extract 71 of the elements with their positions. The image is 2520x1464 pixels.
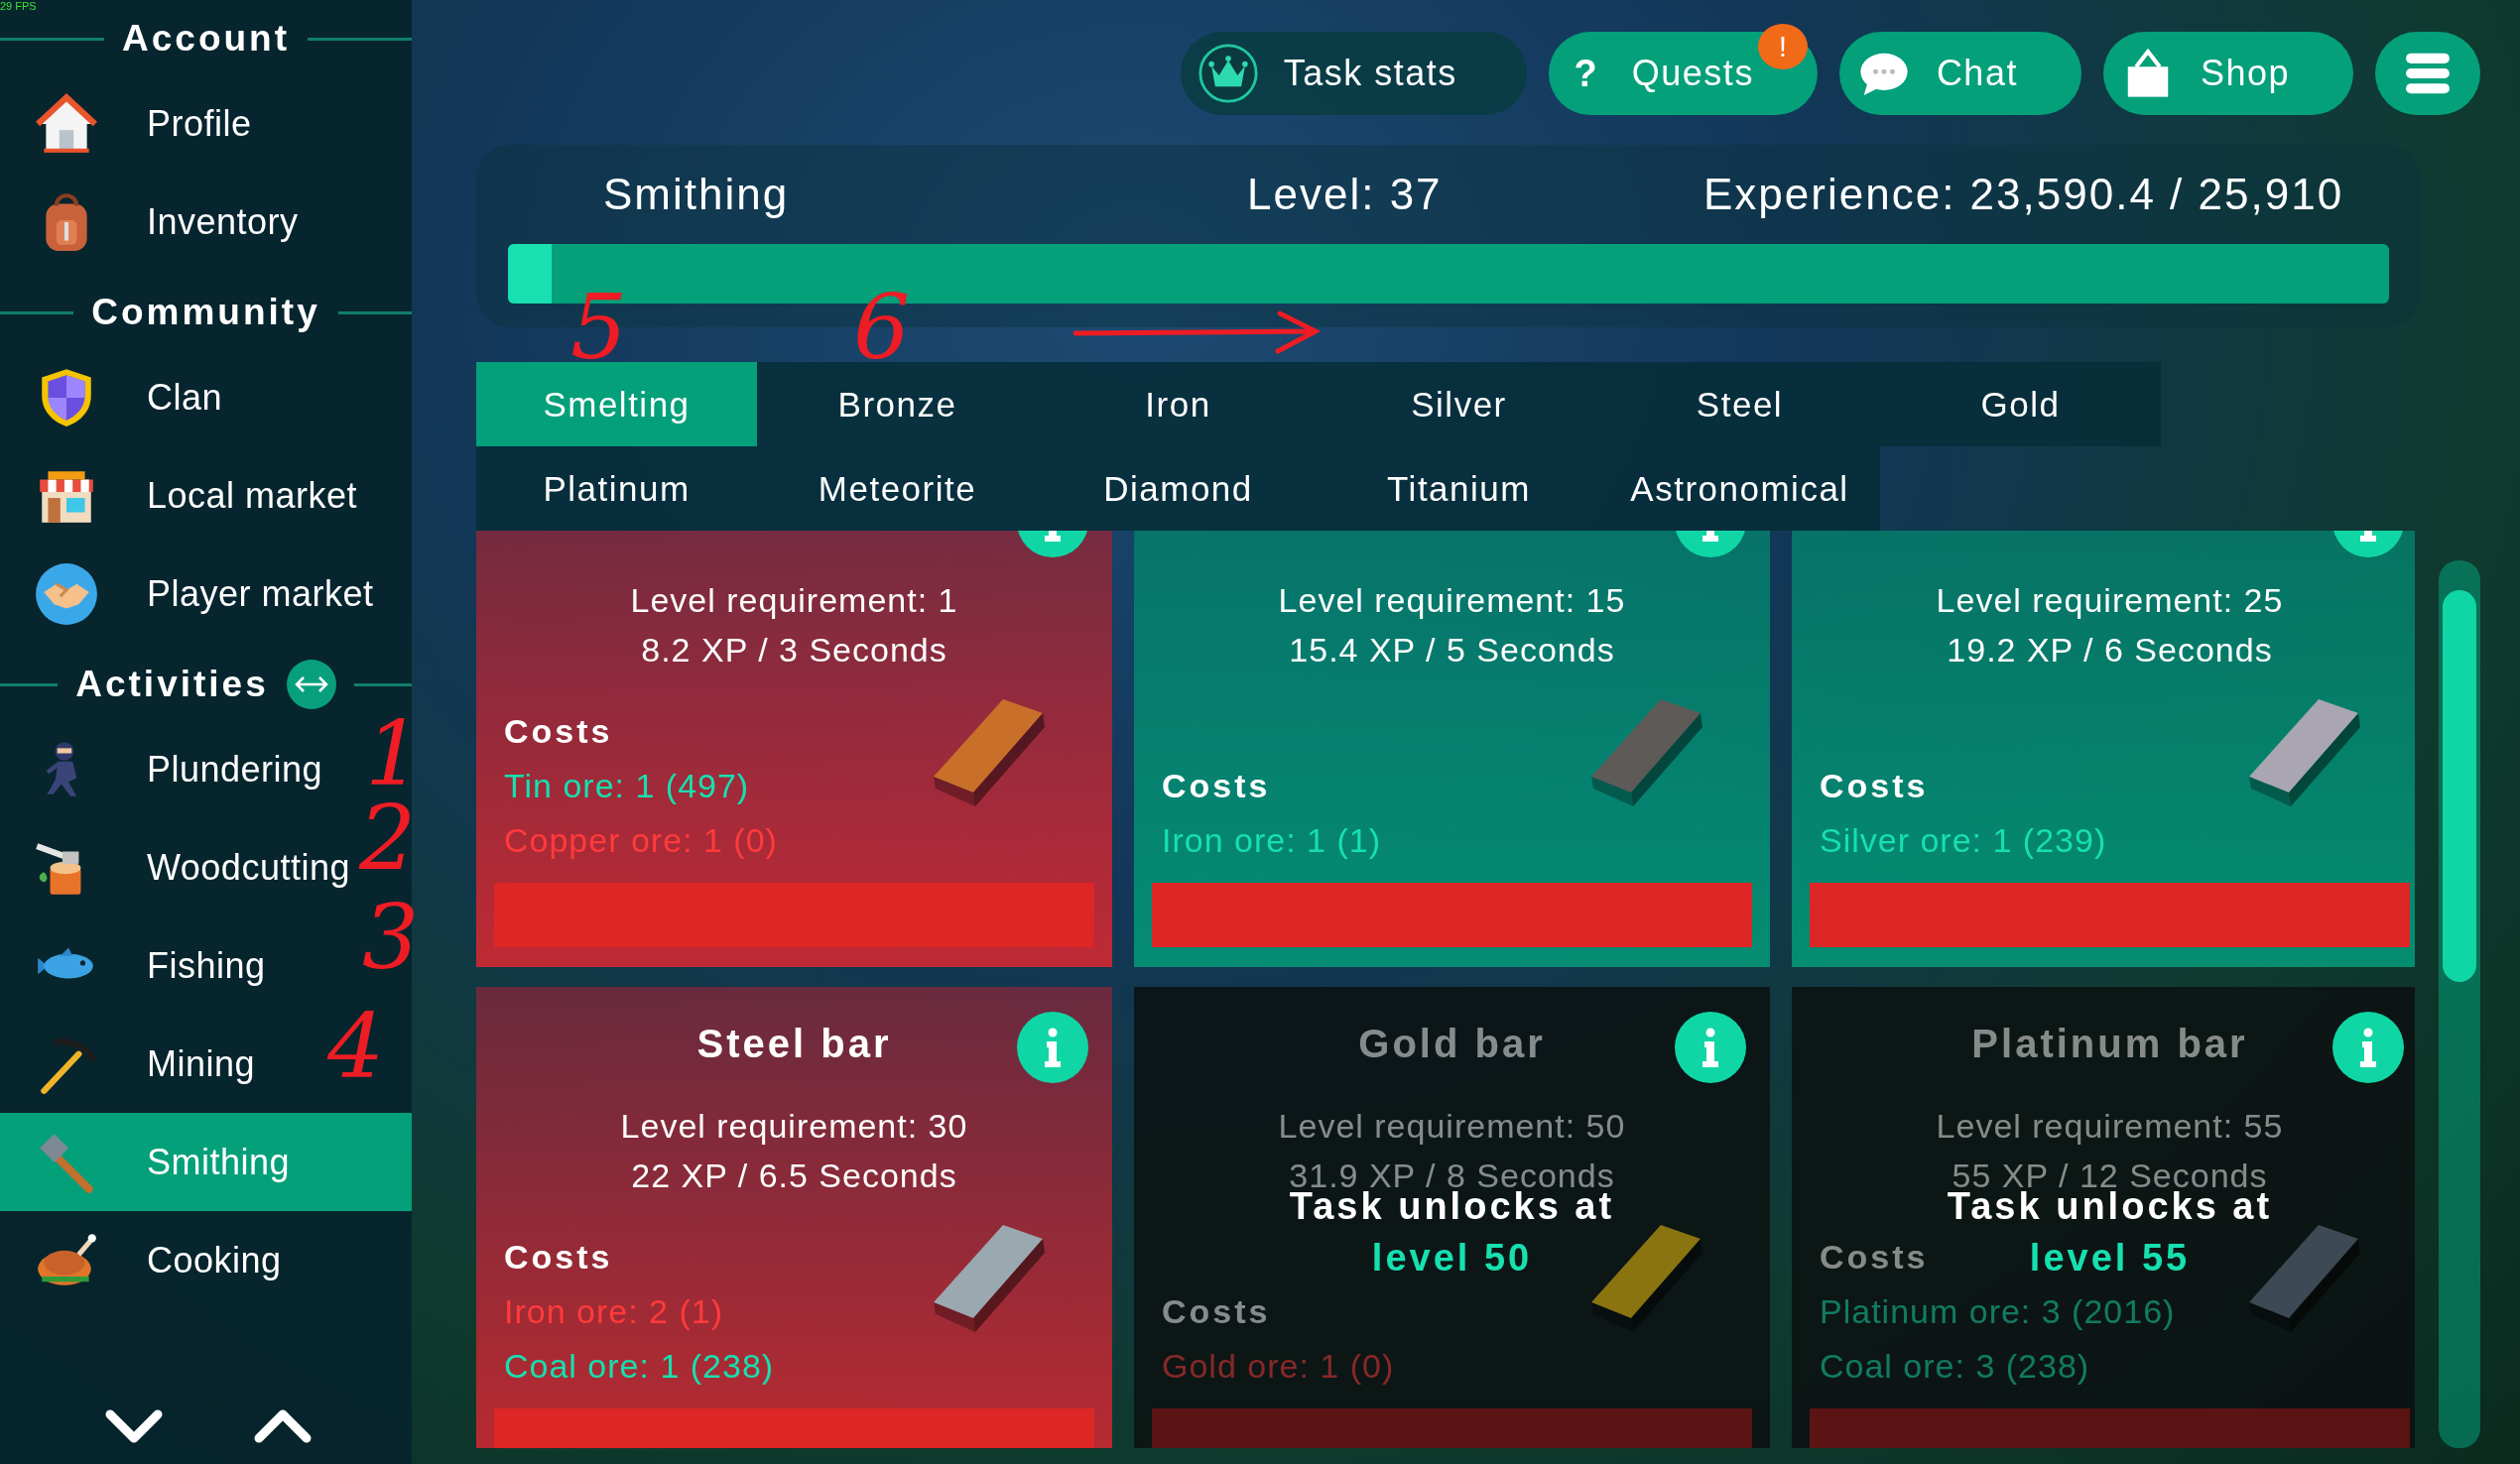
sidebar-item[interactable]: Player market (0, 545, 378, 643)
cost-text: Iron ore: 1 (1) (1162, 820, 1381, 861)
sidebar-item[interactable]: Clan (0, 348, 227, 446)
level-requirement: Level requirement: 55 (1935, 1106, 2285, 1147)
level-requirement: Level requirement: 25 (1935, 580, 2285, 621)
experience-text: Experience: 23,590.4 / 25,910 (1702, 170, 2345, 219)
crown-icon (1197, 44, 1258, 103)
tab[interactable]: Iron (1038, 362, 1319, 446)
cost-text: Tin ore: 1 (497) (504, 766, 750, 806)
tab[interactable]: Astronomical (1599, 446, 1880, 531)
sidebar-item[interactable]: Mining (0, 1015, 260, 1113)
costs-heading: Costs (1820, 1237, 1929, 1278)
handwritten-number: 4 (327, 1002, 385, 1091)
handwritten-number: 3 (362, 893, 420, 982)
fps-counter: 29 FPS (0, 0, 37, 12)
double-arrow-icon (294, 674, 328, 694)
sidebar-item[interactable]: Cooking (0, 1211, 286, 1309)
handshake-icon (34, 560, 99, 627)
chevron-down-icon[interactable] (104, 1408, 164, 1444)
sidebar-item[interactable]: Profile (0, 74, 256, 173)
sidebar-item[interactable]: Woodcutting (0, 818, 354, 916)
sidebar-item[interactable]: Fishing (0, 916, 270, 1015)
level-requirement: Level requirement: 30 (619, 1106, 969, 1147)
xp-rate: 8.2 XP / 3 Seconds (640, 630, 948, 671)
costs-heading: Costs (504, 1237, 613, 1278)
sidebar-item[interactable]: Local market (0, 446, 362, 545)
tab[interactable]: Meteorite (757, 446, 1038, 531)
xp-rate: 15.4 XP / 5 Seconds (1288, 630, 1616, 671)
section-heading: Account (122, 18, 290, 60)
costs-heading: Costs (1162, 1291, 1271, 1332)
chevron-up-icon[interactable] (253, 1408, 313, 1444)
section-heading: Activities (75, 664, 269, 705)
scrollbar[interactable] (2439, 560, 2480, 1448)
cost-text: Silver ore: 1 (239) (1820, 820, 2107, 861)
nav-button[interactable]: Task stats (1180, 32, 1527, 115)
costs-heading: Costs (1820, 766, 1929, 806)
sidebar-item[interactable]: Inventory (0, 173, 303, 271)
sidebar-item[interactable]: Plundering (0, 720, 327, 818)
unlock-level: level 55 (2029, 1236, 2191, 1281)
skill-name: Smithing (602, 170, 791, 219)
costs-heading: Costs (504, 711, 613, 752)
unlock-level: level 50 (1371, 1236, 1533, 1281)
info-icon (1702, 1028, 1718, 1067)
tab[interactable]: Silver (1319, 362, 1599, 446)
question-mark-icon: ? (1566, 52, 1606, 95)
cost-text: Platinum ore: 3 (2016) (1820, 1291, 2176, 1332)
cost-text: Coal ore: 1 (238) (504, 1346, 775, 1387)
card-title: Steel bar (696, 1022, 892, 1066)
level-requirement: Level requirement: 15 (1277, 580, 1627, 621)
tab[interactable]: Diamond (1038, 446, 1319, 531)
cost-text: Gold ore: 1 (0) (1162, 1346, 1395, 1387)
card-title: Gold bar (1358, 1022, 1546, 1066)
scroll-thumb[interactable] (2443, 590, 2476, 982)
cost-text: Iron ore: 2 (1) (504, 1291, 723, 1332)
swap-toggle[interactable] (286, 660, 336, 709)
section-heading: Community (91, 292, 320, 333)
costs-heading: Costs (1162, 766, 1271, 806)
level-requirement: Level requirement: 1 (629, 580, 959, 621)
tab[interactable]: Gold (1880, 362, 2161, 446)
xp-rate: 22 XP / 6.5 Seconds (630, 1156, 958, 1196)
tab[interactable]: Steel (1599, 362, 1880, 446)
skill-level: Level: 37 (1247, 170, 1444, 219)
card-title: Platinum bar (1971, 1022, 2248, 1066)
info-icon (2360, 1028, 2376, 1067)
tab[interactable]: Platinum (476, 446, 757, 531)
level-requirement: Level requirement: 50 (1277, 1106, 1627, 1147)
info-icon (1045, 1028, 1061, 1067)
xp-rate: 19.2 XP / 6 Seconds (1946, 630, 2274, 671)
cost-text: Copper ore: 1 (0) (504, 820, 778, 861)
tab[interactable]: Titanium (1319, 446, 1599, 531)
cost-text: Coal ore: 3 (238) (1820, 1346, 2090, 1387)
